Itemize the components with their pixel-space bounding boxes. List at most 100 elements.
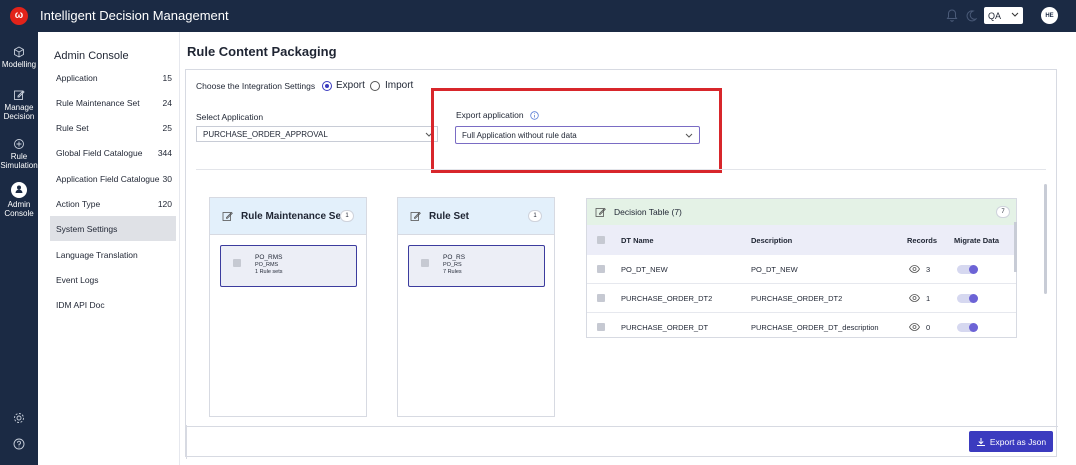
sidebar-item-rule-set[interactable]: Rule Set 25	[50, 115, 176, 140]
environment-select[interactable]: QA	[984, 7, 1023, 24]
sidebar-item-count: 120	[157, 198, 172, 209]
import-radio[interactable]	[370, 81, 380, 91]
migrate-data-toggle[interactable]	[957, 322, 978, 332]
environment-value: QA	[988, 10, 1002, 21]
row-records: 0	[909, 313, 931, 337]
edit-icon	[410, 211, 421, 221]
row-checkbox[interactable]	[597, 294, 605, 302]
select-all-checkbox[interactable]	[597, 236, 605, 244]
table-row: PO_DT_NEW PO_DT_NEW 3	[587, 255, 1016, 284]
export-radio[interactable]	[322, 81, 332, 91]
decision-table-columns: DT Name Description Records Migrate Data	[587, 225, 1016, 255]
export-application-dropdown[interactable]: Full Application without rule data	[455, 126, 700, 144]
rail-label: Manage Decision	[3, 103, 35, 121]
user-avatar[interactable]: HE	[1041, 7, 1058, 24]
chevron-down-icon	[1011, 12, 1019, 17]
table-row: PURCHASE_ORDER_DT PURCHASE_ORDER_DT_desc…	[587, 313, 1016, 337]
row-records: 1	[909, 284, 930, 312]
rail-item-manage-decision[interactable]: Manage Decision	[0, 89, 38, 121]
bell-icon[interactable]	[946, 9, 958, 22]
rms-item-name: PO_RMS	[255, 254, 283, 261]
left-rail: Modelling Manage Decision Rule Simulatio…	[0, 32, 38, 465]
download-icon	[976, 437, 985, 446]
sidebar-item-count: 24	[162, 97, 172, 108]
rs-card-header: Rule Set 1	[398, 198, 554, 235]
simulation-icon	[14, 139, 24, 149]
sidebar-item-application[interactable]: Application 15	[50, 65, 176, 90]
eye-icon[interactable]	[909, 323, 920, 331]
column-migrate-data[interactable]: Migrate Data	[954, 225, 999, 255]
migrate-data-toggle[interactable]	[957, 264, 978, 274]
moon-icon[interactable]	[965, 9, 977, 22]
edit-icon	[14, 90, 25, 100]
rs-item-info: 7 Rules	[443, 269, 462, 275]
import-radio-label[interactable]: Import	[385, 80, 413, 91]
footer-divider	[186, 426, 1058, 427]
rs-item-sub: PO_RS	[443, 262, 462, 268]
select-application-value: PURCHASE_ORDER_APPROVAL	[203, 129, 328, 139]
rail-label: Modelling	[1, 60, 37, 69]
rs-item-checkbox[interactable]	[421, 259, 429, 267]
export-as-json-button[interactable]: Export as Json	[969, 431, 1053, 452]
rms-card-title: Rule Maintenance Set	[241, 210, 345, 222]
sidebar-item-language-translation[interactable]: Language Translation	[50, 242, 176, 267]
sidebar-item-label: Rule Maintenance Set	[56, 97, 140, 108]
sidebar-item-rule-maintenance-set[interactable]: Rule Maintenance Set 24	[50, 90, 176, 115]
export-radio-label[interactable]: Export	[336, 80, 365, 91]
sidebar-item-count: 25	[162, 122, 172, 133]
column-records[interactable]: Records	[907, 225, 937, 255]
main-content: Rule Content Packaging Choose the Integr…	[180, 32, 1076, 465]
sidebar-item-label: Application	[56, 72, 98, 83]
sidebar-item-application-field-catalogue[interactable]: Application Field Catalogue 30	[50, 166, 176, 191]
sidebar-item-label: Application Field Catalogue	[56, 173, 160, 184]
rule-set-card: Rule Set 1 PO_RS PO_RS 7 Rules	[397, 197, 555, 417]
sidebar-item-count: 30	[162, 173, 172, 184]
rms-item-checkbox[interactable]	[233, 259, 241, 267]
sidebar-item-action-type[interactable]: Action Type 120	[50, 191, 176, 216]
sidebar-item-idm-api-doc[interactable]: IDM API Doc	[50, 292, 176, 317]
sidebar-item-event-logs[interactable]: Event Logs	[50, 267, 176, 292]
info-icon[interactable]	[529, 110, 539, 120]
rail-item-admin-console[interactable]: Admin Console	[0, 182, 38, 218]
settings-gear-icon[interactable]	[13, 412, 25, 424]
avatar-initials: HE	[1045, 12, 1054, 19]
rail-item-rule-simulation[interactable]: Rule Simulation	[0, 138, 38, 170]
rs-count-badge: 1	[528, 210, 542, 222]
row-records-count: 0	[926, 322, 931, 332]
column-description[interactable]: Description	[751, 225, 792, 255]
rs-item[interactable]: PO_RS PO_RS 7 Rules	[408, 245, 545, 287]
rail-item-modelling[interactable]: Modelling	[0, 46, 38, 69]
migrate-data-toggle[interactable]	[957, 293, 978, 303]
row-dt-name: PURCHASE_ORDER_DT	[621, 322, 709, 332]
row-checkbox[interactable]	[597, 323, 605, 331]
export-application-label-text: Export application	[456, 110, 524, 120]
sidebar-item-label: IDM API Doc	[56, 299, 105, 310]
eye-icon[interactable]	[909, 294, 920, 302]
rule-maintenance-set-card: Rule Maintenance Set 1 PO_RMS PO_RMS 1 R…	[209, 197, 367, 417]
rs-item-name: PO_RS	[443, 254, 466, 261]
rail-label: Admin Console	[4, 200, 34, 218]
sidebar-item-global-field-catalogue[interactable]: Global Field Catalogue 344	[50, 140, 176, 165]
sidebar-item-system-settings[interactable]: System Settings	[50, 216, 176, 241]
decision-table-title: Decision Table (7)	[614, 207, 682, 217]
column-dt-name[interactable]: DT Name	[621, 225, 654, 255]
rms-count-badge: 1	[340, 210, 354, 222]
app-title: Intelligent Decision Management	[40, 8, 229, 23]
row-records-count: 3	[926, 264, 931, 274]
app-logo[interactable]: ω	[10, 7, 28, 25]
sidebar-title: Admin Console	[54, 50, 129, 62]
panel-scrollbar[interactable]	[1044, 184, 1047, 294]
row-checkbox[interactable]	[597, 265, 605, 273]
rms-item-sub: PO_RMS	[255, 262, 279, 268]
select-application-dropdown[interactable]: PURCHASE_ORDER_APPROVAL	[196, 126, 438, 142]
sidebar-item-count: 344	[157, 147, 172, 158]
decision-table-scrollbar[interactable]	[1014, 222, 1017, 272]
sidebar-item-label: Action Type	[56, 198, 101, 209]
sidebar-item-count: 15	[162, 72, 172, 83]
page-title: Rule Content Packaging	[187, 44, 337, 59]
sidebar-item-label: Event Logs	[56, 274, 99, 285]
rms-item[interactable]: PO_RMS PO_RMS 1 Rule sets	[220, 245, 357, 287]
top-bar: ω Intelligent Decision Management QA HE	[0, 0, 1076, 32]
eye-icon[interactable]	[909, 265, 920, 273]
help-icon[interactable]	[13, 438, 25, 450]
